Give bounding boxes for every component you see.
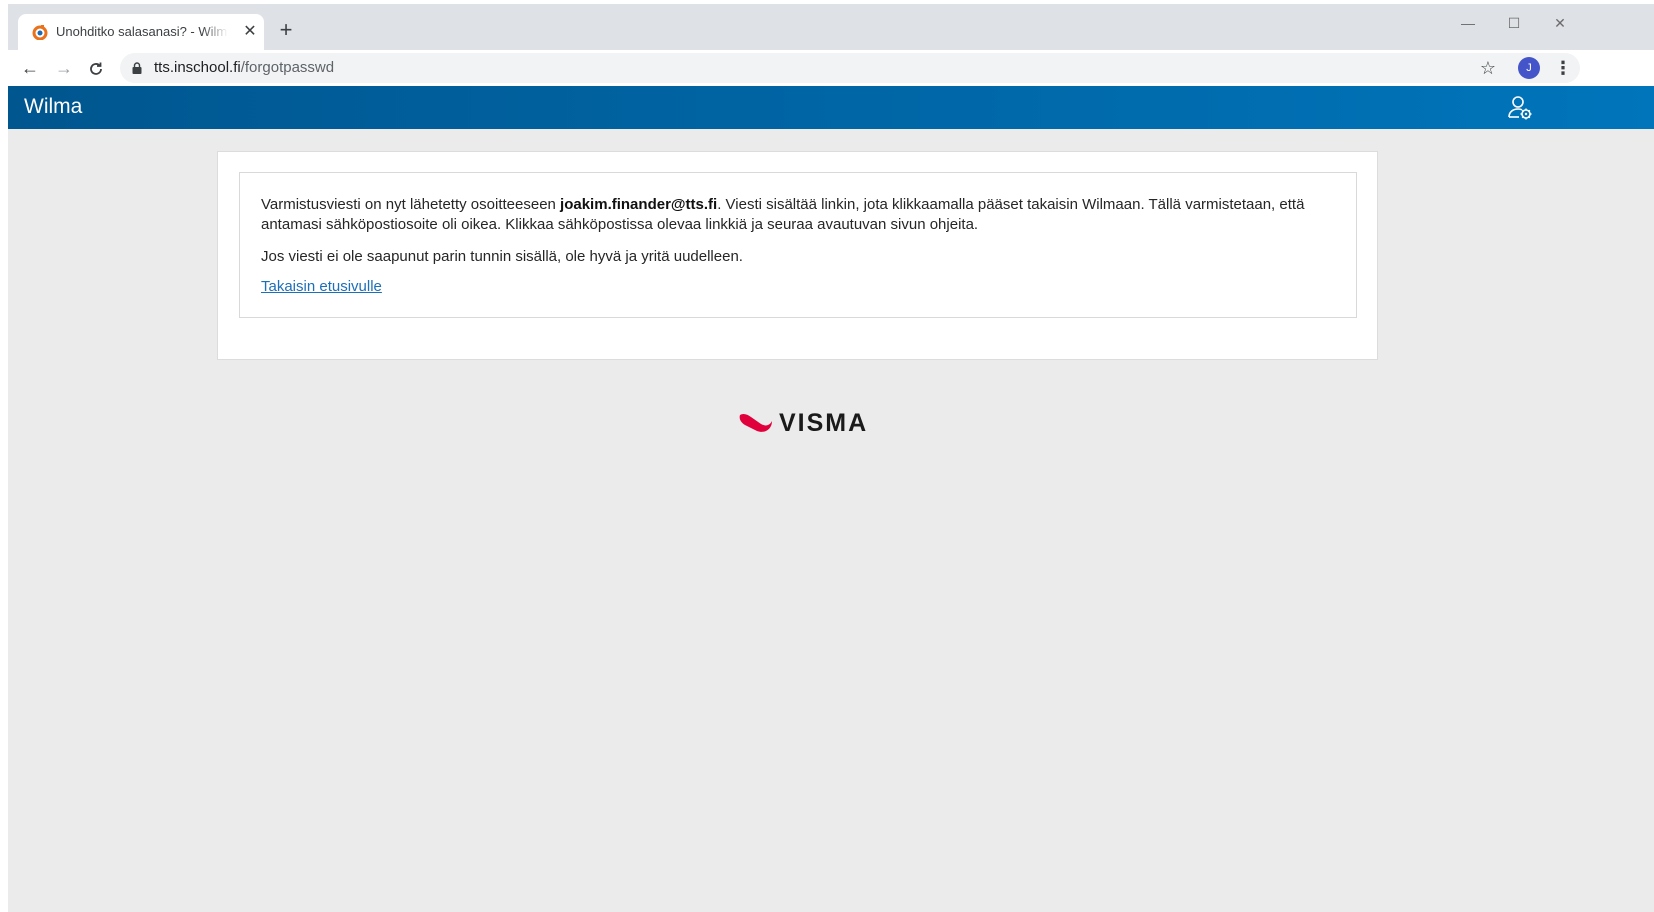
browser-menu-icon[interactable]: ⋮ [1554,56,1572,80]
back-to-home-link[interactable]: Takaisin etusivulle [261,277,382,297]
url-path: /forgotpasswd [240,59,335,76]
retry-message: Jos viesti ei ole saapunut parin tunnin … [261,248,743,265]
url-text: tts.inschool.fi/forgotpasswd [154,59,334,77]
brand-title[interactable]: Wilma [24,95,82,119]
visma-logo: VISMA [739,410,866,436]
visma-wordmark: VISMA [779,409,869,437]
email-address: joakim.finander@tts.fi [560,196,718,213]
back-arrow-icon[interactable]: ← [16,54,44,82]
url-host: tts.inschool.fi [154,59,241,76]
message-card: Varmistusviesti on nyt lähetetty osoitte… [217,151,1378,360]
browser-window: Unohditko salasanasi? - Wilma - ✕ + — ☐ … [8,4,1654,912]
profile-avatar[interactable]: J [1518,57,1540,79]
new-tab-button[interactable]: + [274,18,298,42]
forward-arrow-icon[interactable]: → [50,54,78,82]
tab-title: Unohditko salasanasi? - Wilma - [56,24,228,39]
page-content: Wilma Varmistusviesti on nyt lähetetty o… [8,86,1654,912]
message-panel: Varmistusviesti on nyt lähetetty osoitte… [239,172,1357,318]
wilma-favicon-icon [32,25,48,40]
bookmark-star-icon[interactable]: ☆ [1476,56,1500,80]
window-close-icon[interactable]: ✕ [1540,10,1580,36]
minimize-icon[interactable]: — [1448,10,1488,36]
address-bar[interactable]: tts.inschool.fi/forgotpasswd [120,53,1580,83]
lock-icon [132,62,142,74]
app-header: Wilma [8,86,1654,129]
reload-icon[interactable] [82,54,110,82]
message-text-before: Varmistusviesti on nyt lähetetty osoitte… [261,196,561,213]
browser-tab-active[interactable]: Unohditko salasanasi? - Wilma - ✕ [18,14,264,50]
window-left-edge [0,0,8,912]
confirmation-message: Varmistusviesti on nyt lähetetty osoitte… [261,195,1331,235]
maximize-icon[interactable]: ☐ [1494,10,1534,36]
user-settings-icon[interactable] [1508,95,1534,121]
tab-strip: Unohditko salasanasi? - Wilma - ✕ + — ☐ … [8,4,1654,50]
browser-toolbar: ← → tts.inschool.fi/forgotpasswd ☆ J ⋮ [8,50,1654,87]
tab-close-icon[interactable]: ✕ [240,22,260,42]
visma-swoosh-icon [739,413,772,432]
